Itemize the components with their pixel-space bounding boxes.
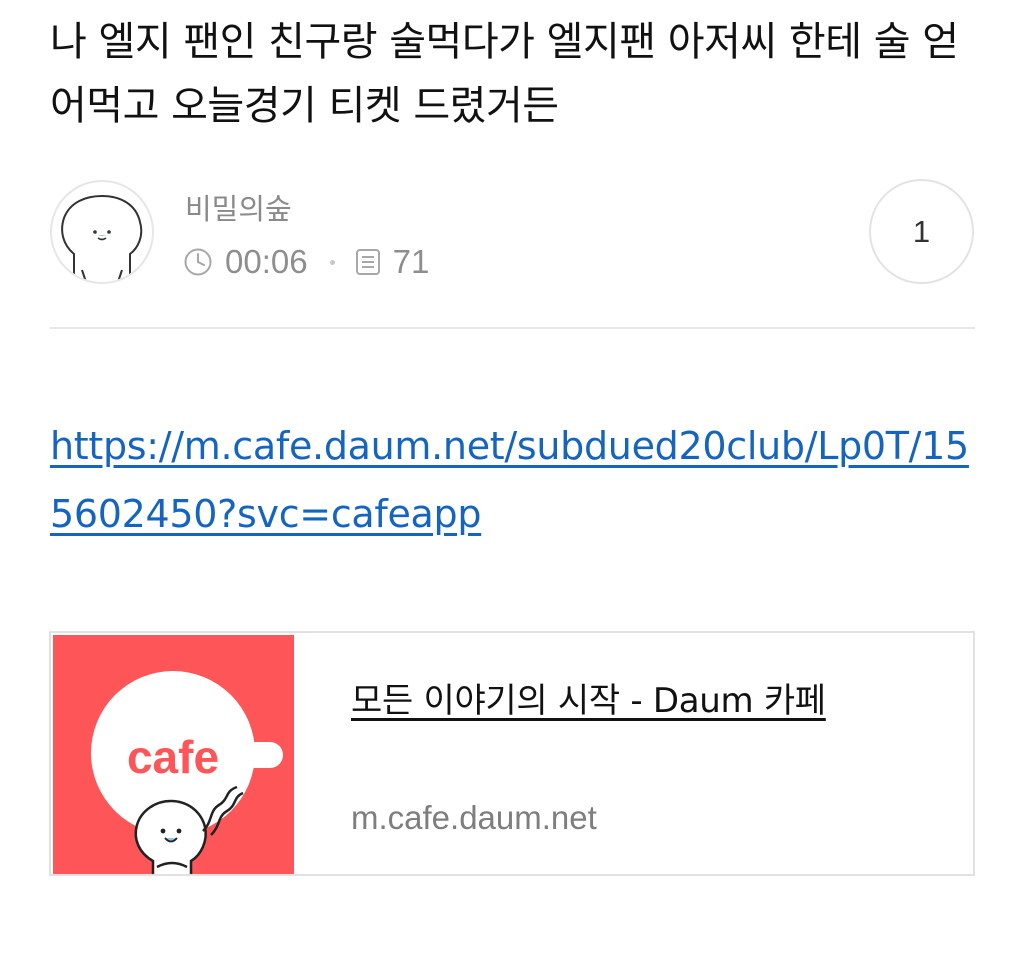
header-divider: [50, 327, 975, 329]
card-logo-text: cafe: [127, 731, 219, 783]
daum-cafe-logo-icon: cafe: [53, 635, 294, 874]
view-count: 71: [392, 243, 430, 280]
post-time: 00:06: [225, 243, 308, 280]
post-meta: 00:06 71: [183, 240, 429, 284]
comment-count-button[interactable]: 1: [869, 179, 974, 284]
card-url: m.cafe.daum.net: [351, 799, 597, 836]
post-link[interactable]: https://m.cafe.daum.net/subdued20club/Lp…: [50, 412, 980, 548]
meta-separator: [329, 259, 335, 265]
seal-avatar-icon: [61, 194, 143, 282]
post-title: 나 엘지 팬인 친구랑 술먹다가 엘지팬 아저씨 한테 술 얻어먹고 오늘경기 …: [50, 19, 959, 129]
document-icon: [355, 249, 380, 275]
card-thumbnail: cafe: [53, 635, 294, 874]
link-preview-card[interactable]: cafe 모든 이야기의 시작 - Daum 카페 m.cafe.daum.ne…: [49, 631, 975, 876]
author-avatar[interactable]: [50, 180, 154, 284]
card-title[interactable]: 모든 이야기의 시작 - Daum 카페: [351, 673, 826, 722]
comment-count: 1: [912, 213, 931, 249]
clock-icon: [184, 248, 212, 276]
author-name[interactable]: 비밀의숲: [185, 186, 292, 228]
